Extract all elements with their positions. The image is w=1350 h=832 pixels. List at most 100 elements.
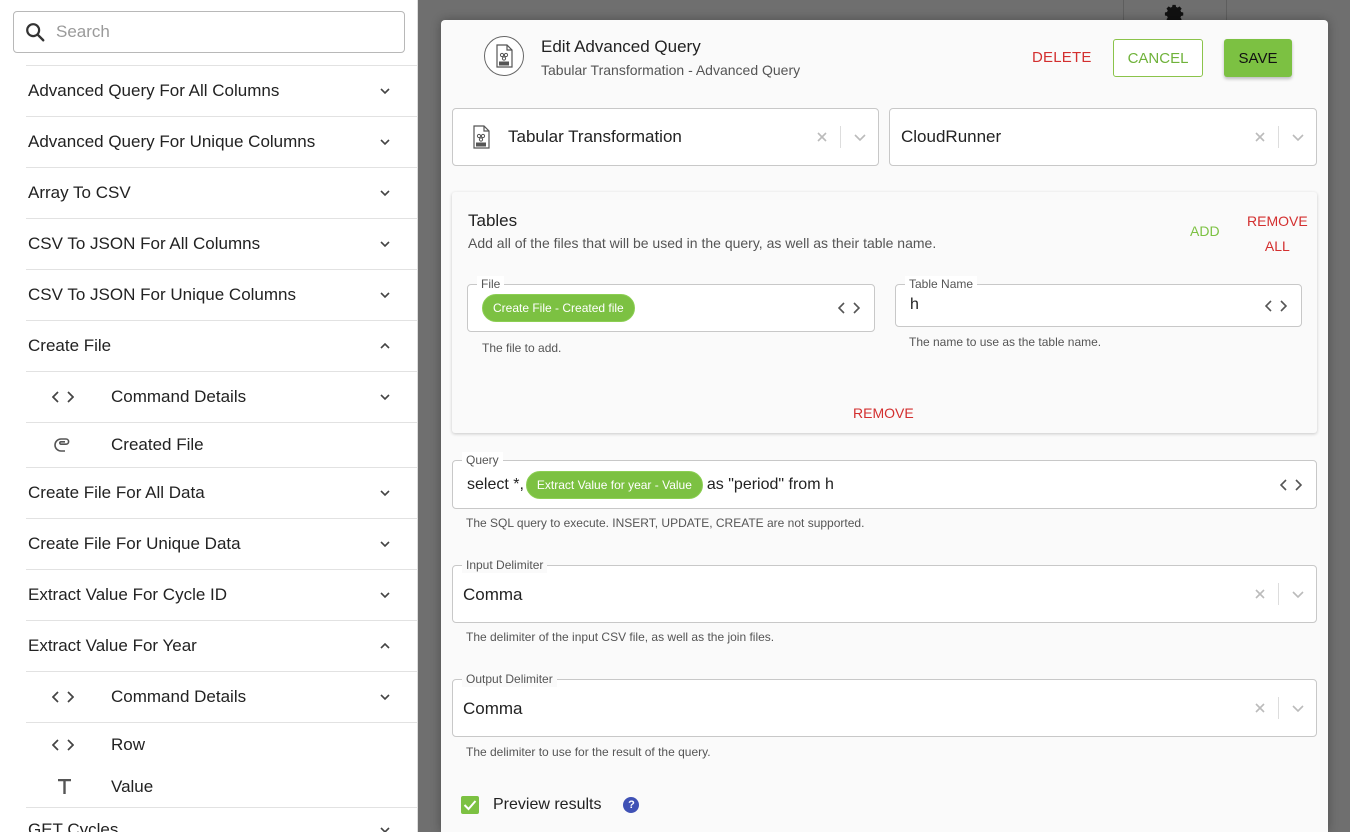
tab-file-icon <box>471 125 491 154</box>
sidebar-item[interactable]: CSV To JSON For All Columns <box>26 218 417 269</box>
input-delimiter-value: Comma <box>463 585 523 604</box>
clear-icon[interactable] <box>816 131 828 143</box>
query-helper-text: The SQL query to execute. INSERT, UPDATE… <box>466 516 865 530</box>
chevron-up-icon <box>380 642 390 649</box>
code-icon[interactable] <box>1280 478 1302 492</box>
query-variable-chip[interactable]: Extract Value for year - Value <box>525 471 703 499</box>
chevron-down-icon[interactable] <box>1291 587 1305 601</box>
code-icon <box>52 387 78 407</box>
chevron-down-icon[interactable] <box>1291 701 1305 715</box>
add-table-button[interactable]: ADD <box>1190 223 1220 239</box>
tables-section: Tables Add all of the files that will be… <box>452 192 1317 433</box>
search-box[interactable] <box>13 11 405 53</box>
sidebar-item[interactable]: GET Cycles <box>26 807 417 832</box>
remove-table-button[interactable]: REMOVE <box>853 405 914 421</box>
sidebar: Advanced Query For All Columns Advanced … <box>0 0 418 832</box>
sidebar-item[interactable]: Extract Value For Cycle ID <box>26 569 417 620</box>
save-button[interactable]: SAVE <box>1224 39 1292 77</box>
search-input[interactable] <box>56 22 376 42</box>
table-name-label: Table Name <box>905 276 978 292</box>
chevron-down-icon[interactable] <box>1291 130 1305 144</box>
sidebar-item[interactable]: Extract Value For Year <box>26 620 417 671</box>
input-delimiter-helper-text: The delimiter of the input CSV file, as … <box>466 630 775 644</box>
preview-results-row: Preview results ? <box>461 796 640 814</box>
code-icon <box>52 687 78 707</box>
file-field-label: File <box>477 276 505 292</box>
code-icon[interactable] <box>1265 299 1287 313</box>
file-helper-text: The file to add. <box>482 341 562 355</box>
sidebar-subitem[interactable]: Value <box>26 767 417 807</box>
runner-select-value: CloudRunner <box>901 127 1002 146</box>
chevron-down-icon <box>380 541 390 548</box>
paperclip-icon <box>52 435 78 455</box>
file-chip[interactable]: Create File - Created file <box>482 294 635 322</box>
clear-icon[interactable] <box>1254 702 1266 714</box>
sidebar-item[interactable]: Advanced Query For Unique Columns <box>26 116 417 167</box>
chevron-down-icon <box>380 694 390 701</box>
dialog-title: Edit Advanced Query <box>541 37 701 56</box>
settings-tab[interactable] <box>1123 0 1227 24</box>
clear-icon[interactable] <box>1254 131 1266 143</box>
preview-results-label: Preview results <box>493 796 602 813</box>
chevron-up-icon <box>380 342 390 349</box>
query-field[interactable]: Query select *, Extract Value for year -… <box>452 452 1317 509</box>
output-delimiter-label: Output Delimiter <box>462 671 557 687</box>
query-text-suffix: as "period" from h <box>706 476 834 493</box>
code-icon[interactable] <box>838 301 860 315</box>
preview-results-checkbox[interactable] <box>461 796 479 814</box>
sidebar-item-label: GET Cycles <box>28 820 119 832</box>
sidebar-item-label: Create File For Unique Data <box>28 534 241 553</box>
command-list: Advanced Query For All Columns Advanced … <box>0 65 417 832</box>
sidebar-item[interactable]: Advanced Query For All Columns <box>26 65 417 116</box>
input-delimiter-select[interactable]: Input Delimiter Comma <box>452 557 1317 623</box>
table-name-field[interactable]: Table Name h <box>895 276 1302 327</box>
chevron-down-icon <box>380 827 390 832</box>
sidebar-subitem[interactable]: Row <box>26 722 417 767</box>
sidebar-item-label: CSV To JSON For All Columns <box>28 234 261 253</box>
sidebar-subitem[interactable]: Command Details <box>26 371 417 422</box>
code-icon <box>52 735 78 755</box>
connector-select-value: Tabular Transformation <box>508 127 682 146</box>
chevron-down-icon <box>380 139 390 146</box>
chevron-down-icon <box>380 241 390 248</box>
sidebar-item-label: Create File For All Data <box>28 483 205 502</box>
help-icon[interactable]: ? <box>623 797 640 813</box>
tab-file-icon <box>484 36 524 76</box>
checkmark-icon <box>463 800 477 811</box>
clear-icon[interactable] <box>1254 588 1266 600</box>
chevron-down-icon <box>380 490 390 497</box>
sidebar-item[interactable]: Array To CSV <box>26 167 417 218</box>
sidebar-subitem-label: Row <box>111 735 146 754</box>
cancel-button[interactable]: CANCEL <box>1113 39 1203 77</box>
remove-all-label-line2: ALL <box>1264 238 1290 254</box>
sidebar-subitem[interactable]: Command Details <box>26 671 417 722</box>
input-delimiter-label: Input Delimiter <box>462 557 548 573</box>
output-delimiter-select[interactable]: Output Delimiter Comma <box>452 671 1317 737</box>
output-delimiter-value: Comma <box>463 699 523 718</box>
remove-all-button[interactable]: REMOVE ALL <box>1247 209 1308 259</box>
chevron-down-icon <box>380 88 390 95</box>
search-icon <box>26 23 45 42</box>
select-divider <box>1278 697 1279 719</box>
tables-title: Tables <box>468 211 518 230</box>
remove-all-label-line1: REMOVE <box>1247 213 1308 229</box>
sidebar-item[interactable]: CSV To JSON For Unique Columns <box>26 269 417 320</box>
query-label: Query <box>462 452 503 468</box>
sidebar-item-label: CSV To JSON For Unique Columns <box>28 285 297 304</box>
query-text-prefix: select *, <box>467 476 524 493</box>
sidebar-subitem-label: Value <box>111 777 154 796</box>
chevron-down-icon[interactable] <box>853 130 867 144</box>
sidebar-subitem-label: Command Details <box>111 687 247 706</box>
file-field[interactable]: File Create File - Created file <box>467 276 875 332</box>
sidebar-item-label: Advanced Query For Unique Columns <box>28 132 316 151</box>
select-divider <box>1278 583 1279 605</box>
sidebar-subitem[interactable]: Created File <box>26 422 417 467</box>
connector-select[interactable]: Tabular Transformation <box>452 108 879 166</box>
sidebar-item-label: Array To CSV <box>28 183 131 202</box>
delete-button[interactable]: DELETE <box>1032 49 1092 66</box>
sidebar-item[interactable]: Create File For All Data <box>26 467 417 518</box>
sidebar-item[interactable]: Create File For Unique Data <box>26 518 417 569</box>
table-name-value: h <box>910 296 919 313</box>
sidebar-item[interactable]: Create File <box>26 320 417 371</box>
runner-select[interactable]: CloudRunner <box>889 108 1317 166</box>
